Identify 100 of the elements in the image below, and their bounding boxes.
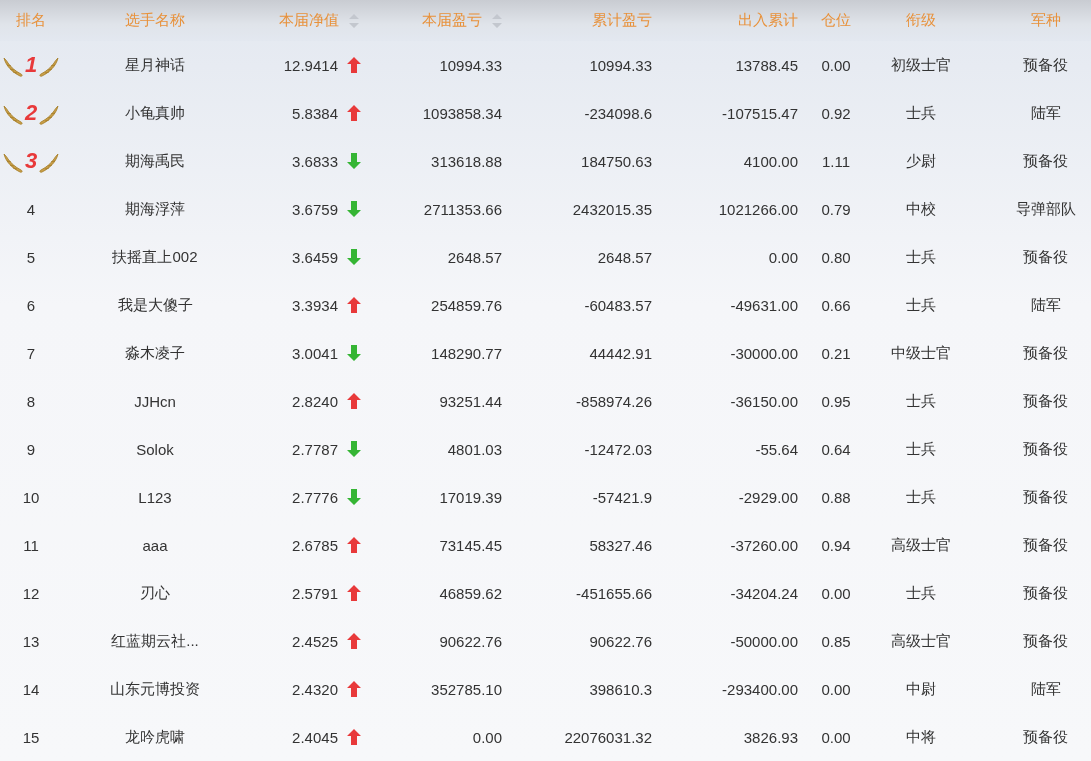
position-ratio: 0.94 (821, 536, 851, 554)
service-branch: 预备役 (1023, 535, 1068, 555)
player-name: 扶摇直上002 (112, 247, 198, 267)
flow-total: -30000.00 (730, 344, 798, 362)
column-header: 仓位 (821, 11, 851, 30)
total-pnl: -12472.03 (584, 440, 652, 458)
position-ratio: 0.64 (821, 440, 851, 458)
total-pnl: -60483.57 (584, 296, 652, 314)
player-name: 期海禹民 (125, 151, 185, 171)
service-branch: 陆军 (1030, 103, 1061, 123)
rank-number: 4 (26, 200, 36, 218)
total-pnl: -57421.9 (592, 488, 652, 506)
total-pnl: 2648.57 (597, 248, 652, 266)
service-branch: 预备役 (1023, 55, 1068, 75)
sort-icon[interactable] (349, 13, 359, 28)
period-pnl: 90622.76 (439, 632, 502, 650)
net-value: 2.7787 (292, 440, 338, 458)
flow-total: 4100.00 (743, 152, 798, 170)
period-pnl: 148290.77 (431, 344, 502, 362)
service-branch: 预备役 (1023, 727, 1068, 747)
column-header[interactable]: 本届盈亏 (422, 11, 502, 30)
total-pnl: -234098.6 (584, 104, 652, 122)
position-ratio: 0.79 (821, 200, 851, 218)
net-value: 2.4320 (292, 680, 338, 698)
rank-number: 10 (22, 488, 40, 506)
period-pnl: 4801.03 (447, 440, 502, 458)
flow-total: -55.64 (755, 440, 798, 458)
player-name: 刃心 (140, 583, 170, 603)
service-branch: 预备役 (1023, 583, 1068, 603)
player-name: 星月神话 (125, 55, 185, 75)
net-value: 3.0041 (292, 344, 338, 362)
flow-total: -36150.00 (730, 392, 798, 410)
flow-total: 3826.93 (743, 728, 798, 746)
rank-number: 1 (23, 52, 39, 78)
period-pnl: 254859.76 (431, 296, 502, 314)
rank-title: 中将 (906, 727, 936, 747)
player-name: 期海浮萍 (125, 199, 185, 219)
total-pnl: -858974.26 (576, 392, 652, 410)
position-ratio: 0.85 (821, 632, 851, 650)
period-pnl: 73145.45 (439, 536, 502, 554)
service-branch: 导弹部队 (1015, 199, 1076, 219)
net-value: 3.6759 (292, 200, 338, 218)
net-value: 2.4525 (292, 632, 338, 650)
player-name: JJHcn (134, 392, 176, 410)
net-value: 2.6785 (292, 536, 338, 554)
service-branch: 预备役 (1023, 391, 1068, 411)
flow-total: 13788.45 (735, 56, 798, 74)
period-pnl: 2648.57 (447, 248, 502, 266)
period-pnl: 352785.10 (431, 680, 502, 698)
service-branch: 预备役 (1023, 487, 1068, 507)
rank-number: 3 (23, 148, 39, 174)
rank-number: 14 (22, 680, 40, 698)
net-value: 2.5791 (292, 584, 338, 602)
net-value: 3.3934 (292, 296, 338, 314)
position-ratio: 0.66 (821, 296, 851, 314)
total-pnl: 22076031.32 (564, 728, 652, 746)
rank-title: 士兵 (906, 439, 936, 459)
service-branch: 预备役 (1023, 343, 1068, 363)
net-value: 12.9414 (283, 56, 338, 74)
position-ratio: 1.11 (821, 152, 851, 170)
total-pnl: 184750.63 (581, 152, 652, 170)
column-header: 衔级 (906, 11, 936, 30)
player-name: 红蓝期云社... (111, 631, 199, 651)
rank-number: 8 (26, 392, 36, 410)
rank-title: 中级士官 (891, 343, 951, 363)
rank-number: 15 (22, 728, 40, 746)
rank-number: 5 (26, 248, 36, 266)
net-value: 3.6833 (292, 152, 338, 170)
position-ratio: 0.95 (821, 392, 851, 410)
position-ratio: 0.00 (821, 56, 851, 74)
period-pnl: 1093858.34 (422, 104, 502, 122)
column-header: 出入累计 (738, 11, 798, 30)
rank-number: 11 (23, 536, 39, 554)
sort-icon[interactable] (492, 13, 502, 28)
rank-title: 士兵 (906, 583, 936, 603)
column-header: 排名 (16, 11, 46, 30)
rank-number: 13 (22, 632, 40, 650)
rank-title: 士兵 (906, 391, 936, 411)
player-name: 我是大傻子 (117, 295, 193, 315)
flow-total: -34204.24 (730, 584, 798, 602)
rank-title: 士兵 (906, 487, 936, 507)
column-header: 累计盈亏 (592, 11, 652, 30)
rank-title: 少尉 (906, 151, 936, 171)
rank-title: 初级士官 (891, 55, 951, 75)
flow-total: -293400.00 (722, 680, 798, 698)
column-header: 选手名称 (125, 11, 185, 30)
service-branch: 预备役 (1023, 439, 1068, 459)
position-ratio: 0.88 (821, 488, 851, 506)
rank-title: 中尉 (906, 679, 936, 699)
flow-total: -2929.00 (738, 488, 798, 506)
flow-total: 1021266.00 (718, 200, 798, 218)
rank-title: 士兵 (906, 295, 936, 315)
player-name: aaa (142, 536, 168, 554)
position-ratio: 0.21 (821, 344, 851, 362)
service-branch: 预备役 (1023, 631, 1068, 651)
position-ratio: 0.00 (821, 584, 851, 602)
column-header[interactable]: 本届净值 (279, 11, 359, 30)
rank-title: 中校 (906, 199, 936, 219)
rank-title: 士兵 (906, 247, 936, 267)
column-header: 军种 (1030, 11, 1061, 30)
